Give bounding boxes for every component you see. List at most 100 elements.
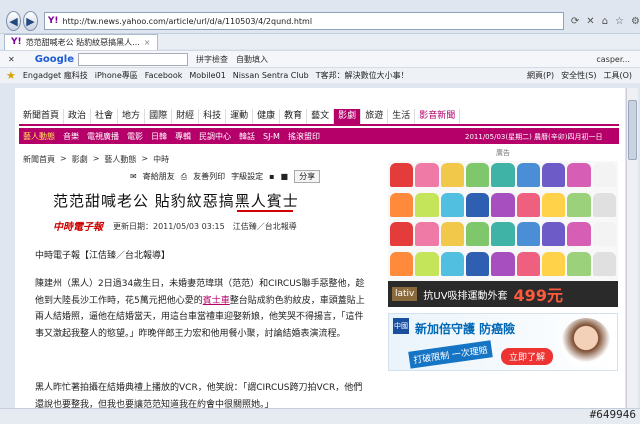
shirt-swatch — [466, 192, 490, 217]
subnav-tv[interactable]: 電視廣播 — [83, 131, 123, 142]
google-toolbar: ✕ Google 拼字檢查 自動填入 casper... — [0, 50, 640, 67]
insurance-ad[interactable]: 中國 新加倍守護 防癌險 打破限制 一次理賠 立即了解 — [388, 313, 618, 371]
subnav-rock[interactable]: 搖滾盟印 — [284, 131, 324, 142]
nav-arts[interactable]: 藝文 — [307, 109, 335, 124]
insurance-slogan: 打破限制 一次理賠 — [408, 340, 493, 369]
horizontal-scrollbar[interactable] — [0, 408, 640, 424]
fav-engadget[interactable]: Engadget 瘋科技 — [23, 70, 88, 81]
fav-iphone[interactable]: iPhone專區 — [95, 70, 138, 81]
date-label: 2011/05/03(星期二) 農曆(辛卯)四月初一日 — [465, 133, 603, 141]
subnav-sjm[interactable]: SJ-M — [259, 132, 284, 141]
back-button[interactable]: ◀ — [6, 11, 21, 31]
lativ-ad-image[interactable] — [388, 161, 618, 281]
shirt-swatch — [466, 251, 490, 276]
shirt-swatch — [390, 222, 414, 246]
tab-bar: Y! 范范甜喊老公 貼豹紋惡搞黑人... × — [0, 33, 640, 50]
print-icon: ⎙ — [180, 171, 188, 181]
nav-health[interactable]: 健康 — [253, 109, 281, 124]
inline-link-car[interactable]: 賓士車 — [203, 296, 230, 306]
crumb-home[interactable]: 新聞首頁 — [23, 154, 55, 165]
source-logo: 中時電子報 — [53, 222, 103, 233]
print-link[interactable]: 友善列印 — [193, 171, 225, 182]
subnav-jk[interactable]: 日韓 — [147, 131, 171, 142]
nav-home[interactable]: 新聞首頁 — [19, 109, 65, 124]
page-content: 新聞首頁 政治 社會 地方 國際 財經 科技 運動 健康 教育 藝文 影劇 旅遊… — [15, 88, 625, 408]
refresh-icon[interactable]: ⟳ — [571, 16, 579, 27]
stop-icon[interactable]: ✕ — [586, 16, 594, 27]
nav-travel[interactable]: 旅遊 — [361, 109, 389, 124]
close-toolbar-icon[interactable]: ✕ — [8, 55, 15, 64]
toolbar-account[interactable]: casper... — [596, 55, 630, 64]
breadcrumb: 新聞首頁 > 影劇 > 藝人動態 > 中時 — [23, 154, 174, 165]
shirt-swatch — [567, 251, 591, 276]
url-text: http://tw.news.yahoo.com/article/url/d/a… — [62, 16, 313, 26]
fav-nissan[interactable]: Nissan Sentra Club — [233, 71, 309, 80]
forward-button[interactable]: ▶ — [22, 11, 38, 31]
crumb-source[interactable]: 中時 — [153, 154, 169, 165]
google-search-input[interactable] — [78, 52, 189, 66]
subnav-korea[interactable]: 韓話 — [235, 131, 259, 142]
nav-life[interactable]: 生活 — [388, 109, 416, 124]
google-logo: Google — [34, 53, 75, 65]
url-field[interactable]: Y! http://tw.news.yahoo.com/article/url/… — [43, 12, 564, 30]
subnav-celebs[interactable]: 藝人動態 — [19, 131, 59, 142]
vertical-scrollbar[interactable] — [626, 88, 638, 408]
shirt-swatch — [466, 222, 490, 246]
shirt-swatch — [542, 222, 566, 246]
yahoo-tab-icon: Y! — [11, 37, 22, 47]
nav-politics[interactable]: 政治 — [64, 109, 92, 124]
font-small-icon[interactable]: ▪ — [269, 172, 274, 181]
shirt-swatch — [592, 222, 616, 246]
shirt-swatch — [592, 251, 616, 276]
shirt-swatch — [390, 251, 414, 276]
shirt-swatch — [440, 251, 464, 276]
learn-more-button[interactable]: 立即了解 — [501, 348, 554, 365]
nav-video[interactable]: 影音新聞 — [415, 109, 461, 124]
subnav-polls[interactable]: 民調中心 — [195, 131, 235, 142]
font-large-icon[interactable]: ■ — [281, 172, 289, 181]
menu-page[interactable]: 網頁(P) — [527, 70, 554, 81]
insurer-logo: 中國 — [393, 318, 409, 334]
nav-education[interactable]: 教育 — [280, 109, 308, 124]
star-icon[interactable]: ☆ — [615, 16, 624, 27]
nav-intl[interactable]: 國際 — [145, 109, 173, 124]
favorites-star-icon[interactable]: ★ — [6, 69, 16, 82]
shirt-swatch — [491, 251, 515, 276]
subnav-music[interactable]: 音樂 — [59, 131, 83, 142]
shirt-swatch — [390, 163, 414, 187]
nav-entertainment[interactable]: 影劇 — [334, 109, 362, 124]
home-icon[interactable]: ⌂ — [602, 16, 608, 27]
nav-society[interactable]: 社會 — [91, 109, 119, 124]
nav-finance[interactable]: 財經 — [172, 109, 200, 124]
lativ-ad-banner[interactable]: lativ 抗UV吸排運動外套 499元 — [388, 281, 618, 307]
crumb-sep: > — [92, 154, 100, 163]
close-tab-icon[interactable]: × — [144, 38, 151, 47]
menu-safety[interactable]: 安全性(S) — [561, 70, 596, 81]
subnav-albums[interactable]: 專輯 — [171, 131, 195, 142]
main-nav: 新聞首頁 政治 社會 地方 國際 財經 科技 運動 健康 教育 藝文 影劇 旅遊… — [19, 109, 619, 126]
font-size-label: 字級設定 — [231, 172, 264, 181]
subnav-movies[interactable]: 電影 — [123, 131, 147, 142]
shirt-swatch — [516, 163, 540, 187]
crumb-celebs[interactable]: 藝人動態 — [104, 154, 136, 165]
share-button[interactable]: 分享 — [294, 170, 321, 183]
toolbar-spellcheck[interactable]: 拼字檢查 — [196, 54, 228, 65]
nav-sports[interactable]: 運動 — [226, 109, 254, 124]
fav-tkebang[interactable]: T客邦：解決數位大小事！ — [316, 70, 409, 81]
shirt-swatch — [516, 192, 540, 217]
nav-local[interactable]: 地方 — [118, 109, 146, 124]
fav-facebook[interactable]: Facebook — [145, 71, 183, 80]
nav-tech[interactable]: 科技 — [199, 109, 227, 124]
crumb-ent[interactable]: 影劇 — [72, 154, 88, 165]
menu-tools[interactable]: 工具(O) — [603, 70, 632, 81]
shirt-swatch — [592, 192, 616, 217]
toolbar-autofill[interactable]: 自動填入 — [236, 54, 268, 65]
scroll-thumb[interactable] — [628, 100, 637, 160]
tab-article[interactable]: Y! 范范甜喊老公 貼豹紋惡搞黑人... × — [4, 33, 158, 50]
mail-friend-link[interactable]: 寄給朋友 — [143, 171, 175, 182]
settings-icon[interactable]: ⚙ — [631, 16, 640, 27]
fav-mobile01[interactable]: Mobile01 — [189, 71, 225, 80]
shirt-swatch — [567, 222, 591, 246]
shirt-swatch — [466, 163, 490, 187]
ad-label: 廣告 — [496, 149, 510, 157]
